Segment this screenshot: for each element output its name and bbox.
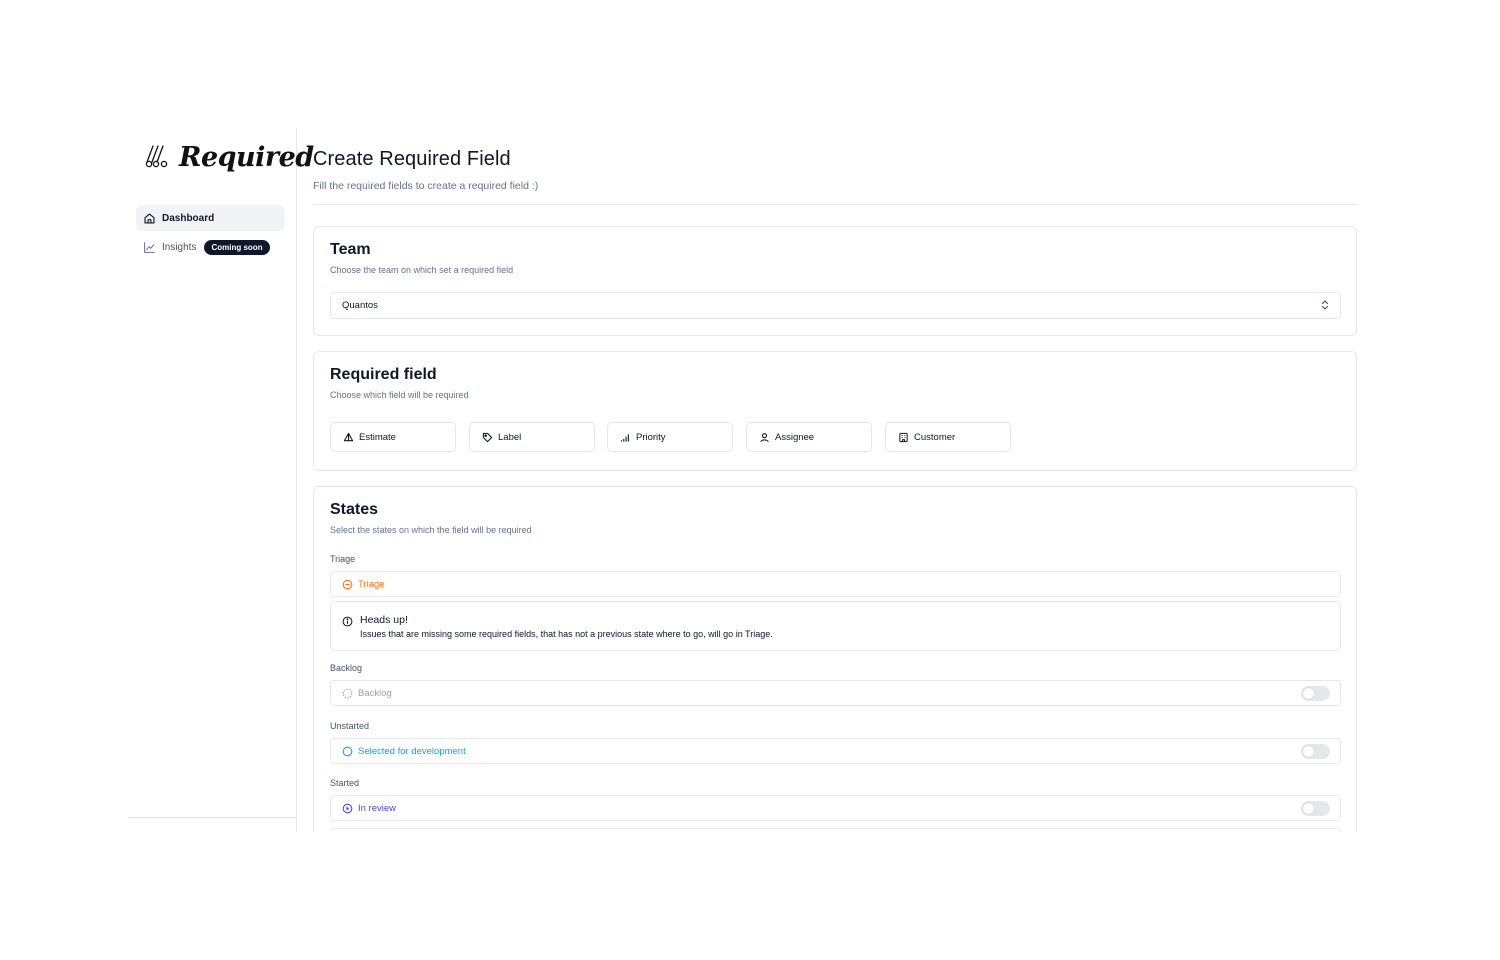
label-button[interactable]: Label: [469, 422, 595, 452]
chevron-up-down-icon: [1320, 299, 1330, 314]
sidebar-item-label: Dashboard: [162, 212, 215, 224]
triage-icon: [341, 578, 353, 590]
assignee-label: Assignee: [775, 431, 815, 443]
assignee-button[interactable]: Assignee: [746, 422, 872, 452]
label-label: Label: [498, 431, 522, 443]
page-title: Create Required Field: [313, 148, 511, 170]
backlog-toggle[interactable]: [1301, 686, 1330, 701]
toggle-knob: [1303, 688, 1314, 699]
user-icon: [758, 431, 770, 443]
estimate-button[interactable]: Estimate: [330, 422, 456, 452]
states-title: States: [330, 501, 379, 518]
sidebar-item-insights[interactable]: Insights Coming soon: [136, 234, 285, 260]
customer-button[interactable]: Customer: [885, 422, 1011, 452]
logo-text: Required: [179, 142, 314, 173]
priority-label: Priority: [636, 431, 666, 443]
required-field-title: Required field: [330, 366, 437, 383]
state-label: In review: [358, 802, 397, 814]
priority-bars-icon: [619, 431, 631, 443]
building-icon: [897, 431, 909, 443]
state-label: Triage: [358, 578, 385, 590]
page-subtitle: Fill the required fields to create a req…: [313, 180, 539, 192]
in-review-toggle[interactable]: [1301, 801, 1330, 816]
toggle-knob: [1303, 746, 1314, 757]
state-label: Backlog: [358, 687, 392, 699]
logo[interactable]: Required: [143, 140, 314, 175]
team-select[interactable]: Quantos: [330, 292, 1341, 319]
state-row-in-review: In review: [330, 795, 1341, 821]
sidebar-item-label: Insights: [162, 241, 197, 253]
home-icon: [142, 211, 156, 225]
main-content: Create Required Field Fill the required …: [313, 128, 1357, 832]
customer-label: Customer: [914, 431, 956, 443]
state-row-next: [330, 828, 1341, 832]
alert-title: Heads up!: [360, 614, 408, 626]
sidebar-item-dashboard[interactable]: Dashboard: [136, 205, 285, 231]
required-field-card: Required field Choose which field will b…: [313, 351, 1357, 471]
coming-soon-badge: Coming soon: [204, 239, 270, 255]
in-review-icon: [341, 802, 353, 814]
state-row-backlog: Backlog: [330, 680, 1341, 706]
info-icon: [342, 614, 353, 632]
state-group-label-started: Started: [330, 778, 360, 788]
toggle-knob: [1303, 803, 1314, 814]
required-field-description: Choose which field will be required: [330, 390, 469, 400]
app-shell: Required Dashboard Insights Coming soon: [128, 128, 1372, 832]
states-description: Select the states on which the field wil…: [330, 525, 532, 535]
states-card: States Select the states on which the fi…: [313, 486, 1357, 832]
header-divider: [313, 204, 1357, 205]
state-group-label-triage: Triage: [330, 554, 356, 564]
state-group-label-unstarted: Unstarted: [330, 721, 370, 731]
priority-button[interactable]: Priority: [607, 422, 733, 452]
selected-for-development-toggle[interactable]: [1301, 744, 1330, 759]
sidebar: Required Dashboard Insights Coming soon: [128, 128, 314, 832]
logo-mark-icon: [143, 140, 173, 175]
team-card: Team Choose the team on which set a requ…: [313, 226, 1357, 336]
unstarted-icon: [341, 745, 353, 757]
team-title: Team: [330, 241, 371, 258]
alert-description: Issues that are missing some required fi…: [360, 629, 773, 639]
state-label: Selected for development: [358, 745, 466, 757]
backlog-icon: [341, 687, 353, 699]
state-row-triage[interactable]: Triage: [330, 571, 1341, 597]
state-group-label-backlog: Backlog: [330, 663, 363, 673]
tag-icon: [481, 431, 493, 443]
heads-up-alert: Heads up! Issues that are missing some r…: [330, 601, 1341, 651]
state-row-selected-for-development: Selected for development: [330, 738, 1341, 764]
estimate-label: Estimate: [359, 431, 396, 443]
line-chart-icon: [142, 240, 156, 254]
team-description: Choose the team on which set a required …: [330, 265, 514, 275]
sidebar-footer-divider: [128, 817, 296, 818]
estimate-icon: [342, 431, 354, 443]
team-select-value: Quantos: [342, 300, 378, 311]
